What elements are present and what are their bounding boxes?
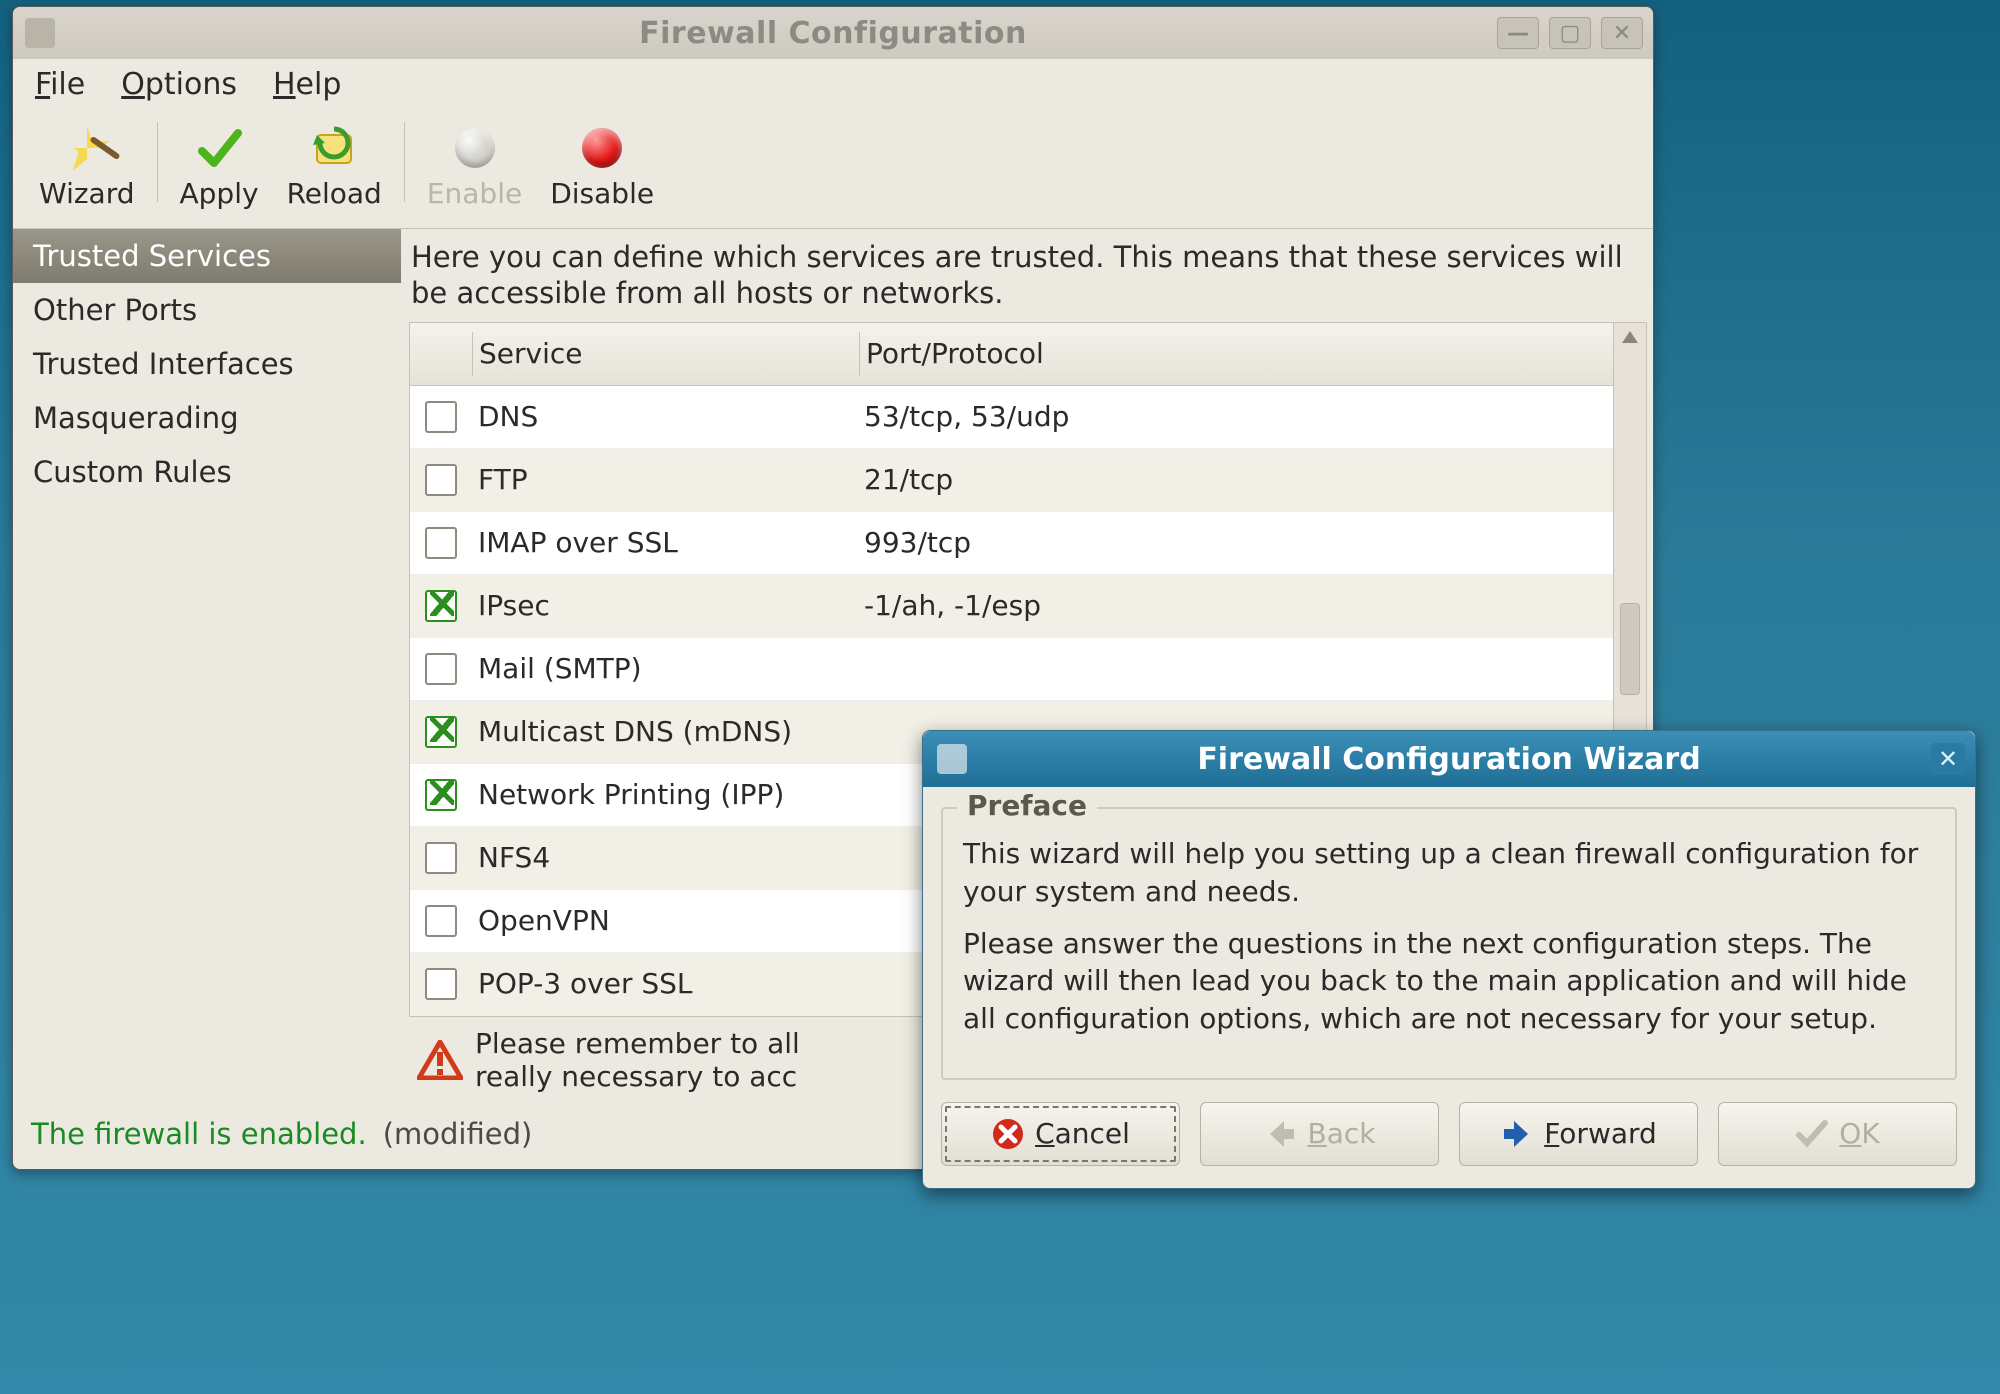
toolbar-wizard-label: Wizard [39,177,135,210]
menu-options-rest: ptions [145,67,237,102]
service-name: Network Printing (IPP) [472,778,858,811]
status-disable-icon [579,125,625,171]
wizard-body: Preface This wizard will help you settin… [941,807,1957,1080]
service-name: IPsec [472,589,858,622]
wizard-title: Firewall Configuration Wizard [923,742,1975,777]
service-port: 53/tcp, 53/udp [858,400,1613,433]
table-row[interactable]: FTP21/tcp [410,449,1613,512]
service-port: -1/ah, -1/esp [858,589,1613,622]
wizard-paragraph-1: This wizard will help you setting up a c… [963,835,1935,911]
table-row[interactable]: DNS53/tcp, 53/udp [410,386,1613,449]
status-modified-text: (modified) [383,1117,533,1151]
sidebar-item-custom-rules[interactable]: Custom Rules [13,445,401,499]
warning-line-1: Please remember to all [475,1027,800,1060]
close-button[interactable]: ✕ [1601,17,1643,49]
toolbar: Wizard Apply Reload Enable Disable [13,116,1653,228]
wizard-titlebar[interactable]: Firewall Configuration Wizard ✕ [923,731,1975,787]
wizard-button-bar: Cancel Back Forward OK [923,1080,1975,1188]
menu-file[interactable]: File [35,67,85,102]
menu-options[interactable]: Options [121,67,237,102]
wizard-cancel-rest: ancel [1055,1117,1130,1150]
wizard-cancel-button[interactable]: Cancel [941,1102,1180,1166]
toolbar-reload-button[interactable]: Reload [273,125,396,210]
service-name: POP-3 over SSL [472,967,858,1000]
cancel-icon [991,1117,1025,1151]
table-row[interactable]: IMAP over SSL993/tcp [410,512,1613,575]
status-enable-icon [452,125,498,171]
service-checkbox[interactable] [425,590,457,622]
toolbar-separator [404,122,405,202]
table-row[interactable]: IPsec-1/ah, -1/esp [410,575,1613,638]
wizard-forward-button[interactable]: Forward [1459,1102,1698,1166]
service-checkbox[interactable] [425,464,457,496]
wizard-ok-rest: K [1861,1117,1879,1150]
service-name: Multicast DNS (mDNS) [472,715,858,748]
service-checkbox[interactable] [425,842,457,874]
status-enabled-text: The firewall is enabled. [31,1117,367,1151]
wizard-back-button: Back [1200,1102,1439,1166]
wizard-ok-button: OK [1718,1102,1957,1166]
service-port: 993/tcp [858,526,1613,559]
wizard-close-button[interactable]: ✕ [1931,743,1965,775]
table-header: Service Port/Protocol [410,323,1613,386]
service-port: 21/tcp [858,463,1613,496]
firewall-wizard-dialog: Firewall Configuration Wizard ✕ Preface … [922,730,1976,1189]
service-name: NFS4 [472,841,858,874]
wizard-back-rest: ack [1327,1117,1376,1150]
service-name: OpenVPN [472,904,858,937]
toolbar-apply-label: Apply [180,177,259,210]
sidebar-item-other-ports[interactable]: Other Ports [13,283,401,337]
ok-icon [1795,1117,1829,1151]
service-checkbox[interactable] [425,905,457,937]
wizard-forward-rest: orward [1559,1117,1657,1150]
service-name: IMAP over SSL [472,526,858,559]
service-name: FTP [472,463,858,496]
panel-description: Here you can define which services are t… [409,237,1647,322]
service-checkbox[interactable] [425,716,457,748]
wizard-paragraph-2: Please answer the questions in the next … [963,925,1935,1038]
service-checkbox[interactable] [425,779,457,811]
toolbar-apply-button[interactable]: Apply [166,125,273,210]
service-checkbox[interactable] [425,401,457,433]
minimize-button[interactable]: — [1497,17,1539,49]
checkmark-icon [196,125,242,171]
toolbar-separator [157,122,158,202]
wand-icon [64,125,110,171]
toolbar-reload-label: Reload [287,177,382,210]
warning-line-2: really necessary to acc [475,1060,800,1093]
service-name: Mail (SMTP) [472,652,858,685]
sidebar-item-masquerading[interactable]: Masquerading [13,391,401,445]
table-header-port[interactable]: Port/Protocol [860,337,1613,370]
warning-icon [417,1040,463,1080]
maximize-button[interactable]: ▢ [1549,17,1591,49]
menubar: File Options Help [13,59,1653,116]
toolbar-enable-label: Enable [427,177,522,210]
arrow-left-icon [1264,1117,1298,1151]
sidebar-item-trusted-interfaces[interactable]: Trusted Interfaces [13,337,401,391]
table-row[interactable]: Mail (SMTP) [410,638,1613,701]
sidebar: Trusted Services Other Ports Trusted Int… [13,228,401,1111]
service-checkbox[interactable] [425,968,457,1000]
table-header-service[interactable]: Service [473,337,859,370]
menu-help-rest: elp [296,67,342,102]
toolbar-enable-button: Enable [413,125,536,210]
service-checkbox[interactable] [425,527,457,559]
sidebar-item-trusted-services[interactable]: Trusted Services [13,229,401,283]
toolbar-disable-button[interactable]: Disable [536,125,668,210]
toolbar-disable-label: Disable [550,177,654,210]
toolbar-wizard-button[interactable]: Wizard [25,125,149,210]
scroll-up-icon[interactable] [1622,331,1638,343]
menu-help[interactable]: Help [273,67,341,102]
titlebar[interactable]: Firewall Configuration — ▢ ✕ [13,7,1653,59]
service-name: DNS [472,400,858,433]
menu-file-rest: ile [50,67,85,102]
service-checkbox[interactable] [425,653,457,685]
arrow-right-icon [1500,1117,1534,1151]
scroll-thumb[interactable] [1620,603,1640,695]
reload-icon [311,125,357,171]
wizard-legend: Preface [957,789,1097,822]
window-title: Firewall Configuration [13,16,1653,51]
